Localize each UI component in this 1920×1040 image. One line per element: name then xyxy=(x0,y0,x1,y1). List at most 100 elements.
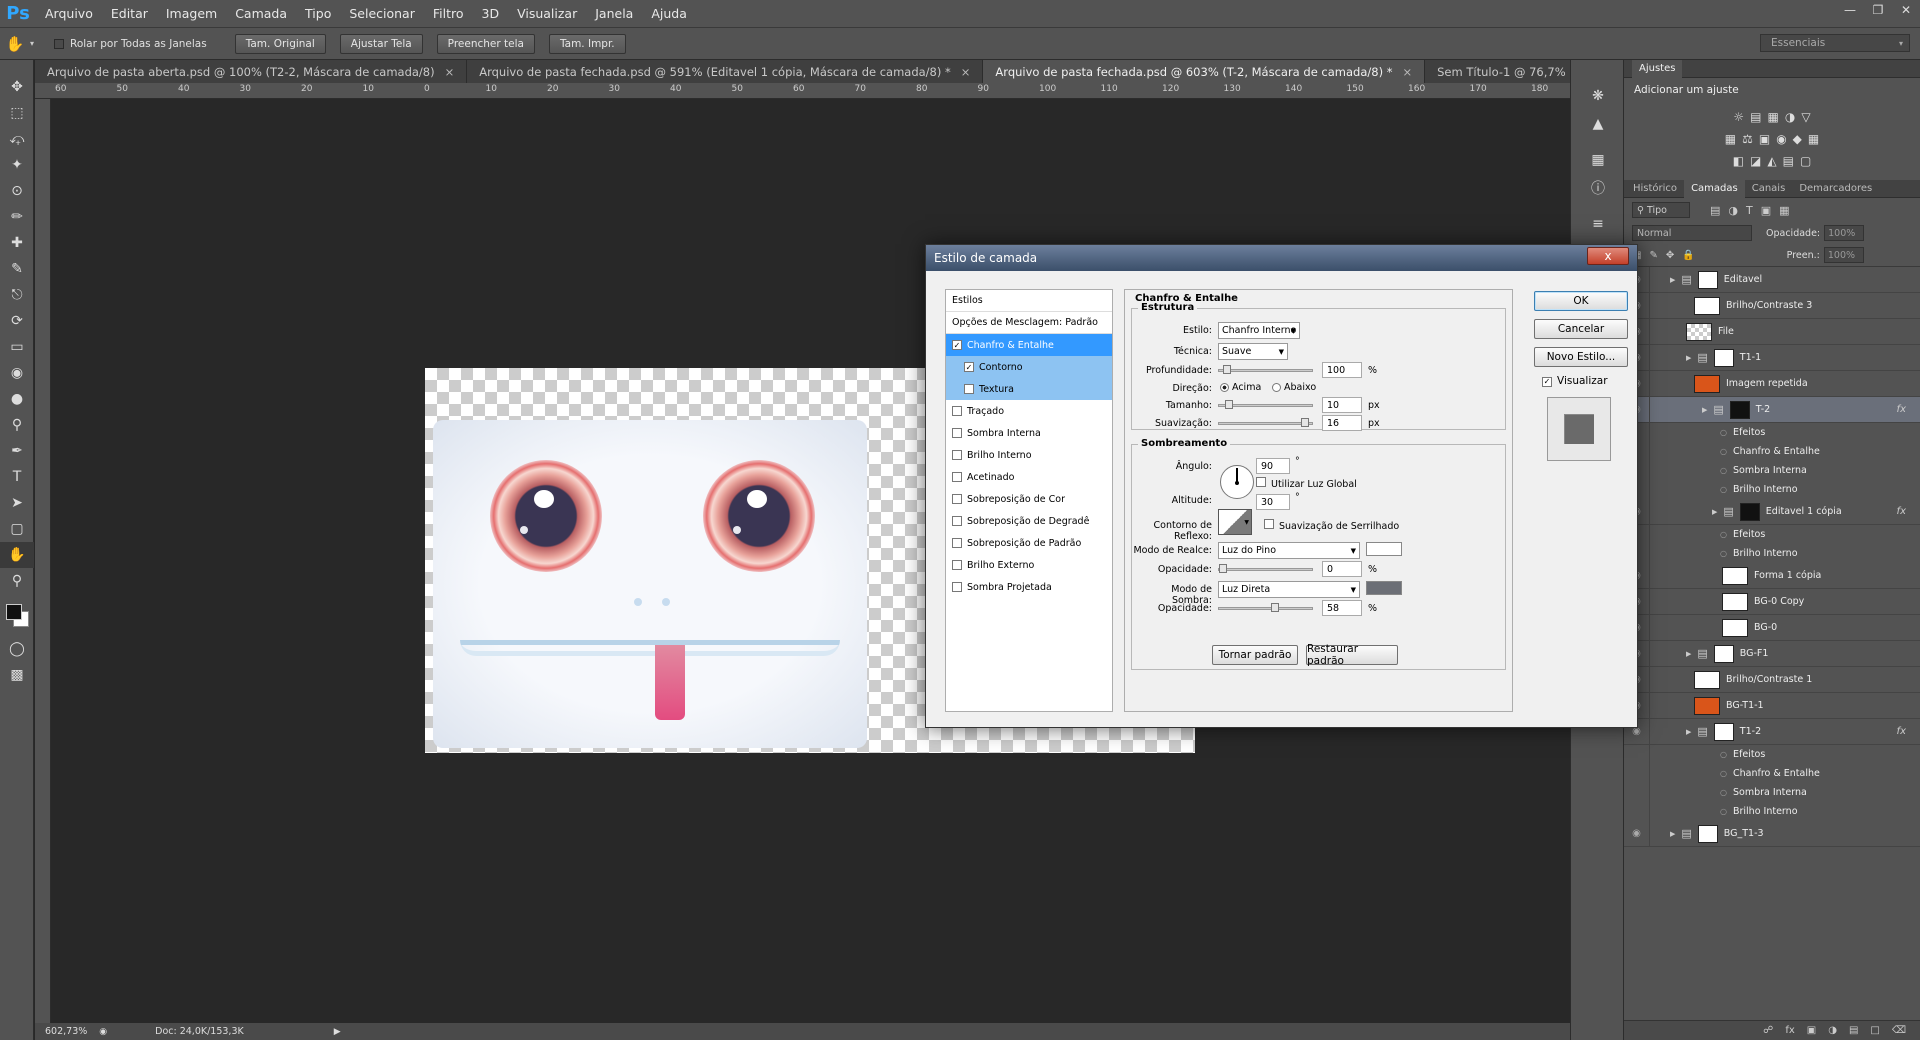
menu-selecionar[interactable]: Selecionar xyxy=(340,6,424,21)
layer-row[interactable]: ○ Sombra Interna xyxy=(1624,783,1920,802)
invert-icon[interactable]: ◧ xyxy=(1733,154,1744,168)
fill-input[interactable]: 100% xyxy=(1823,247,1864,263)
layer-row[interactable]: ○ Brilho Interno xyxy=(1624,480,1920,499)
fit-screen-button[interactable]: Ajustar Tela xyxy=(339,33,423,54)
checkbox-box[interactable] xyxy=(952,516,962,526)
layer-mask-thumb[interactable] xyxy=(1713,644,1734,663)
style-item[interactable]: ✓ Chanfro & Entalhe xyxy=(946,334,1112,356)
effect-eye-icon[interactable]: ○ xyxy=(1720,428,1727,437)
selective-color-icon[interactable]: ▢ xyxy=(1800,154,1811,168)
shadow-opacity-input[interactable]: 58 xyxy=(1322,600,1362,616)
global-light-checkbox[interactable]: Utilizar Luz Global xyxy=(1256,477,1357,490)
shadow-mode-select[interactable]: Luz Direta ▼ xyxy=(1218,581,1360,598)
layer-thumb[interactable] xyxy=(1694,670,1720,689)
menu-filtro[interactable]: Filtro xyxy=(424,6,473,21)
clone-stamp-tool-icon[interactable]: ⎋ xyxy=(0,282,34,308)
status-menu-icon[interactable]: ▶ xyxy=(334,1027,341,1037)
effect-eye-icon[interactable]: ○ xyxy=(1720,807,1727,816)
tab-doc-3[interactable]: Arquivo de pasta fechada.psd @ 603% (T-2… xyxy=(983,60,1426,83)
navigator-icon[interactable]: ❋ xyxy=(1571,82,1625,110)
checkbox-checked[interactable]: ✓ xyxy=(952,340,962,350)
fx-icon[interactable]: fx xyxy=(1785,1025,1794,1036)
threshold-icon[interactable]: ◭ xyxy=(1767,154,1776,168)
effect-eye-icon[interactable]: ○ xyxy=(1720,485,1727,494)
layer-mask-thumb[interactable] xyxy=(1713,722,1734,741)
brush-tool-icon[interactable]: ✎ xyxy=(0,256,34,282)
depth-slider-knob[interactable] xyxy=(1223,365,1231,374)
menu-ajuda[interactable]: Ajuda xyxy=(642,6,696,21)
menu-3d[interactable]: 3D xyxy=(473,6,509,21)
style-item[interactable]: Sombra Interna xyxy=(946,422,1112,444)
expand-arrow-icon[interactable]: ▶ xyxy=(1670,276,1675,284)
antialias-checkbox[interactable]: Suavização de Serrilhado xyxy=(1264,519,1399,532)
soften-slider[interactable] xyxy=(1218,418,1313,427)
hand-tool-icon[interactable]: ✋ xyxy=(0,542,34,568)
hue-saturation-icon[interactable]: ▦ xyxy=(1725,132,1736,146)
channel-mixer-icon[interactable]: ◆ xyxy=(1793,132,1802,146)
highlight-color-swatch[interactable] xyxy=(1366,542,1402,556)
layer-row[interactable]: ◉Imagem repetida xyxy=(1624,371,1920,397)
expand-arrow-icon[interactable]: ▶ xyxy=(1712,508,1717,516)
type-tool-icon[interactable]: T xyxy=(0,464,34,490)
style-item[interactable]: Estilos xyxy=(946,290,1112,312)
layer-row[interactable]: ○ Brilho Interno xyxy=(1624,544,1920,563)
depth-input[interactable]: 100 xyxy=(1322,362,1362,378)
layer-row[interactable]: ◉Brilho/Contraste 3 xyxy=(1624,293,1920,319)
cancel-button[interactable]: Cancelar xyxy=(1534,319,1628,339)
tab-adjustments[interactable]: Ajustes xyxy=(1632,59,1683,78)
checkbox-checked[interactable]: ✓ xyxy=(964,362,974,372)
new-group-icon[interactable]: ▤ xyxy=(1849,1025,1858,1036)
depth-slider[interactable] xyxy=(1218,365,1313,374)
soften-slider-knob[interactable] xyxy=(1301,418,1309,427)
layer-row[interactable]: ◉▶▤T1-1 xyxy=(1624,345,1920,371)
close-icon[interactable]: × xyxy=(445,65,455,79)
magic-wand-tool-icon[interactable]: ✦ xyxy=(0,152,34,178)
checkbox-box[interactable] xyxy=(952,428,962,438)
brightness-icon[interactable]: ☼ xyxy=(1733,110,1744,124)
fx-icon[interactable]: fx xyxy=(1897,726,1906,737)
style-item[interactable]: Textura xyxy=(946,378,1112,400)
shadow-opacity-slider[interactable] xyxy=(1218,603,1313,612)
effect-eye-icon[interactable]: ○ xyxy=(1720,447,1727,456)
direction-up-radio[interactable]: Acima xyxy=(1220,382,1261,393)
style-item[interactable]: Opções de Mesclagem: Padrão xyxy=(946,312,1112,334)
paint-bucket-tool-icon[interactable]: ◉ xyxy=(0,360,34,386)
menu-editar[interactable]: Editar xyxy=(102,6,157,21)
soften-input[interactable]: 16 xyxy=(1322,415,1362,431)
adjust-sliders-icon[interactable]: ≡ xyxy=(1571,210,1625,238)
menu-tipo[interactable]: Tipo xyxy=(296,6,340,21)
layer-row[interactable]: ◉File xyxy=(1624,319,1920,345)
style-item[interactable]: Traçado xyxy=(946,400,1112,422)
eyedropper-tool-icon[interactable]: ✏ xyxy=(0,204,34,230)
fx-icon[interactable]: fx xyxy=(1897,506,1906,517)
menu-imagem[interactable]: Imagem xyxy=(157,6,226,21)
lock-icons[interactable]: ▦✎✥🔒 xyxy=(1632,250,1703,261)
bevel-style-select[interactable]: Chanfro Interno ▼ xyxy=(1218,322,1300,339)
menu-janela[interactable]: Janela xyxy=(586,6,642,21)
highlight-opacity-knob[interactable] xyxy=(1219,564,1227,573)
levels-icon[interactable]: ▤ xyxy=(1750,110,1761,124)
layer-row[interactable]: ○ Brilho Interno xyxy=(1624,802,1920,821)
blur-tool-icon[interactable]: ● xyxy=(0,386,34,412)
shadow-color-swatch[interactable] xyxy=(1366,581,1402,595)
path-selection-tool-icon[interactable]: ➤ xyxy=(0,490,34,516)
layer-thumb[interactable] xyxy=(1722,592,1748,611)
layer-mask-thumb[interactable] xyxy=(1713,348,1734,367)
layer-row[interactable]: ○ Chanfro & Entalhe xyxy=(1624,764,1920,783)
layer-row[interactable]: ◉BG-0 xyxy=(1624,615,1920,641)
layer-row[interactable]: ○ Efeitos xyxy=(1624,423,1920,442)
layer-row[interactable]: ○ Efeitos xyxy=(1624,745,1920,764)
filter-icons[interactable]: ▤◑T▣▦ xyxy=(1710,204,1798,217)
minimize-icon[interactable]: — xyxy=(1836,0,1864,20)
checkbox-box[interactable] xyxy=(952,406,962,416)
checkbox-box[interactable] xyxy=(952,494,962,504)
healing-brush-tool-icon[interactable]: ✚ xyxy=(0,230,34,256)
layer-row[interactable]: ○ Sombra Interna xyxy=(1624,461,1920,480)
info-icon[interactable]: ⓘ xyxy=(1571,174,1625,202)
layer-row[interactable]: ◉ ▶ ▤ T1-2 fx xyxy=(1624,719,1920,745)
color-swatches[interactable] xyxy=(0,602,33,636)
style-item[interactable]: Sobreposição de Degradê xyxy=(946,510,1112,532)
rectangle-tool-icon[interactable]: ▢ xyxy=(0,516,34,542)
expand-arrow-icon[interactable]: ▶ xyxy=(1670,830,1675,838)
crop-tool-icon[interactable]: ⊙ xyxy=(0,178,34,204)
